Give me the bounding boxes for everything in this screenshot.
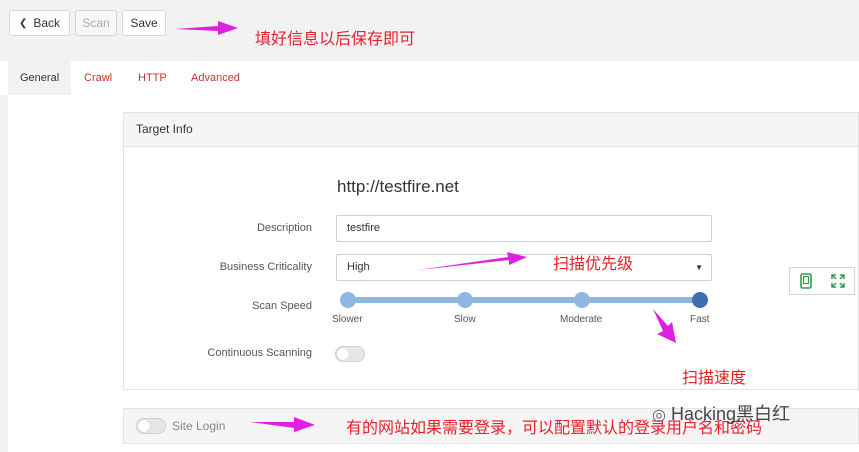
arrow-speed xyxy=(653,309,676,343)
annotation-save-note: 填好信息以后保存即可 xyxy=(255,31,416,48)
watermark: ◎ Hacking黑白红 xyxy=(652,400,790,426)
arrow-save xyxy=(175,21,238,35)
arrow-login xyxy=(250,417,315,432)
annotation-speed-note: 扫描速度 xyxy=(682,370,747,387)
annotation-priority-note: 扫描优先级 xyxy=(553,256,634,273)
watermark-text: Hacking黑白红 xyxy=(670,404,791,424)
arrow-priority xyxy=(418,252,527,270)
wechat-icon: ◎ xyxy=(652,407,666,424)
